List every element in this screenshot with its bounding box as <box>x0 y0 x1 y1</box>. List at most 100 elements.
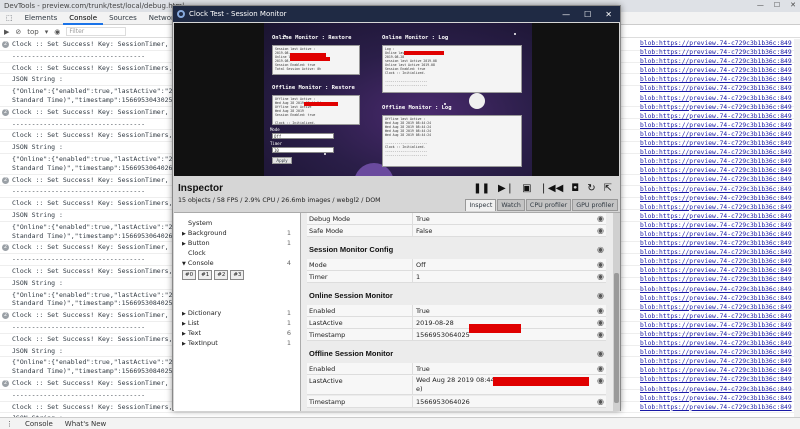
console-index-button[interactable]: #1 <box>198 270 213 280</box>
chevron-down-icon[interactable]: ▾ <box>45 28 49 36</box>
tree-item[interactable]: ▶ TextInput 1 <box>182 339 297 348</box>
rewind-icon[interactable]: ❘◀◀ <box>540 183 564 194</box>
tree-item[interactable]: ▶ List 1 <box>182 319 297 328</box>
eye-icon[interactable]: ◉ <box>54 28 60 36</box>
eye-icon[interactable]: ◉ <box>597 396 604 408</box>
mode-select[interactable]: Off <box>272 133 334 139</box>
eye-icon[interactable]: ◉ <box>597 317 604 329</box>
tab-gpu-profiler[interactable]: GPU profiler <box>572 199 618 211</box>
source-link[interactable]: blob:https://preview.74-c729c3b1b36c:849 <box>640 375 800 384</box>
eye-icon[interactable]: ◉ <box>597 347 604 361</box>
source-link[interactable]: blob:https://preview.74-c729c3b1b36c:849 <box>640 48 800 57</box>
tab-console[interactable]: Console <box>63 12 104 25</box>
tree-item[interactable]: ▶ Button 1 <box>182 239 297 248</box>
tree-item[interactable]: System <box>182 219 297 228</box>
source-link[interactable]: blob:https://preview.74-c729c3b1b36c:849 <box>640 121 800 130</box>
pause-icon[interactable]: ❚❚ <box>473 183 490 194</box>
source-link[interactable]: blob:https://preview.74-c729c3b1b36c:849 <box>640 339 800 348</box>
property-value[interactable]: 1 <box>412 271 590 283</box>
source-link[interactable]: blob:https://preview.74-c729c3b1b36c:849 <box>640 203 800 212</box>
chevron-down-icon[interactable]: ▼ <box>182 261 186 267</box>
clear-console-icon[interactable]: ⊘ <box>15 28 21 36</box>
timer-input[interactable]: 10 <box>272 147 334 153</box>
drawer-tab-whats-new[interactable]: What's New <box>65 420 106 428</box>
source-link[interactable]: blob:https://preview.74-c729c3b1b36c:849 <box>640 285 800 294</box>
source-link[interactable]: blob:https://preview.74-c729c3b1b36c:849 <box>640 366 800 375</box>
source-link[interactable]: blob:https://preview.74-c729c3b1b36c:849 <box>640 357 800 366</box>
source-link[interactable]: blob:https://preview.74-c729c3b1b36c:849 <box>640 157 800 166</box>
inspect-element-icon[interactable]: ⬚ <box>0 12 19 25</box>
eye-icon[interactable]: ◉ <box>597 259 604 271</box>
tab-cpu-profiler[interactable]: CPU profiler <box>525 199 572 211</box>
chevron-right-icon[interactable]: ▶ <box>182 311 186 317</box>
source-link[interactable]: blob:https://preview.74-c729c3b1b36c:849 <box>640 230 800 239</box>
window-minimize-button[interactable]: — <box>562 10 570 19</box>
source-link[interactable]: blob:https://preview.74-c729c3b1b36c:849 <box>640 175 800 184</box>
tab-elements[interactable]: Elements <box>19 12 64 25</box>
eye-icon[interactable]: ◉ <box>597 375 604 387</box>
source-link[interactable]: blob:https://preview.74-c729c3b1b36c:849 <box>640 139 800 148</box>
drawer-tab-console[interactable]: Console <box>25 420 53 428</box>
tree-item[interactable]: ▶ Background 1 <box>182 229 297 238</box>
source-link[interactable]: blob:https://preview.74-c729c3b1b36c:849 <box>640 66 800 75</box>
source-link[interactable]: blob:https://preview.74-c729c3b1b36c:849 <box>640 194 800 203</box>
eye-icon[interactable]: ◉ <box>597 213 604 225</box>
minimize-icon[interactable]: — <box>757 1 764 9</box>
eye-icon[interactable]: ◉ <box>597 271 604 283</box>
maximize-icon[interactable]: ☐ <box>774 1 780 9</box>
source-link[interactable]: blob:https://preview.74-c729c3b1b36c:849 <box>640 148 800 157</box>
eye-icon[interactable]: ◉ <box>597 305 604 317</box>
source-link[interactable]: blob:https://preview.74-c729c3b1b36c:849 <box>640 403 800 412</box>
source-link[interactable]: blob:https://preview.74-c729c3b1b36c:849 <box>640 257 800 266</box>
refresh-icon[interactable]: ↻ <box>587 183 595 194</box>
source-link[interactable]: blob:https://preview.74-c729c3b1b36c:849 <box>640 312 800 321</box>
drawer-menu-icon[interactable]: ⋮ <box>6 420 13 428</box>
source-link[interactable]: blob:https://preview.74-c729c3b1b36c:849 <box>640 294 800 303</box>
window-maximize-button[interactable]: ☐ <box>584 10 591 19</box>
source-link[interactable]: blob:https://preview.74-c729c3b1b36c:849 <box>640 221 800 230</box>
source-link[interactable]: blob:https://preview.74-c729c3b1b36c:849 <box>640 303 800 312</box>
source-link[interactable]: blob:https://preview.74-c729c3b1b36c:849 <box>640 266 800 275</box>
source-link[interactable]: blob:https://preview.74-c729c3b1b36c:849 <box>640 75 800 84</box>
source-link[interactable]: blob:https://preview.74-c729c3b1b36c:849 <box>640 348 800 357</box>
tree-item[interactable]: ▶ Dictionary 1 <box>182 309 297 318</box>
tab-watch[interactable]: Watch <box>497 199 525 211</box>
source-link[interactable]: blob:https://preview.74-c729c3b1b36c:849 <box>640 239 800 248</box>
eye-icon[interactable]: ◉ <box>597 225 604 237</box>
property-value[interactable]: True <box>412 305 590 317</box>
window-close-button[interactable]: ✕ <box>605 10 612 19</box>
source-link[interactable]: blob:https://preview.74-c729c3b1b36c:849 <box>640 39 800 48</box>
property-value[interactable]: True <box>412 363 590 375</box>
source-link[interactable]: blob:https://preview.74-c729c3b1b36c:849 <box>640 385 800 394</box>
source-link[interactable]: blob:https://preview.74-c729c3b1b36c:849 <box>640 321 800 330</box>
section-header[interactable]: Session Monitor Config ◉ <box>307 243 606 257</box>
source-link[interactable]: blob:https://preview.74-c729c3b1b36c:849 <box>640 84 800 93</box>
source-link[interactable]: blob:https://preview.74-c729c3b1b36c:849 <box>640 330 800 339</box>
step-icon[interactable]: ▶❘ <box>498 183 514 194</box>
tab-inspect[interactable]: Inspect <box>465 199 497 211</box>
source-link[interactable]: blob:https://preview.74-c729c3b1b36c:849 <box>640 212 800 221</box>
game-canvas[interactable]: Online Monitor : Restore Session last Ac… <box>174 23 619 176</box>
tree-item[interactable]: ▶ Text 6 <box>182 329 297 338</box>
chevron-right-icon[interactable]: ▶ <box>182 331 186 337</box>
source-link[interactable]: blob:https://preview.74-c729c3b1b36c:849 <box>640 248 800 257</box>
chevron-right-icon[interactable]: ▶ <box>182 241 186 247</box>
source-link[interactable]: blob:https://preview.74-c729c3b1b36c:849 <box>640 394 800 403</box>
property-scrollbar[interactable] <box>613 213 620 411</box>
section-header[interactable]: Online Session Monitor ◉ <box>307 289 606 303</box>
console-scrollbar[interactable] <box>794 39 800 417</box>
source-link[interactable]: blob:https://preview.74-c729c3b1b36c:849 <box>640 94 800 103</box>
console-index-button[interactable]: #3 <box>230 270 245 280</box>
property-value[interactable]: 1566953064026 <box>412 396 590 408</box>
property-value[interactable]: False <box>412 225 590 237</box>
eye-icon[interactable]: ◉ <box>597 289 604 303</box>
chevron-right-icon[interactable]: ▶ <box>182 231 186 237</box>
property-value[interactable]: Off <box>412 259 590 271</box>
save-icon[interactable]: ▣ <box>522 183 531 194</box>
source-link[interactable]: blob:https://preview.74-c729c3b1b36c:849 <box>640 57 800 66</box>
chevron-right-icon[interactable]: ▶ <box>182 321 186 327</box>
source-link[interactable]: blob:https://preview.74-c729c3b1b36c:849 <box>640 185 800 194</box>
property-value[interactable]: True <box>412 213 590 225</box>
source-link[interactable]: blob:https://preview.74-c729c3b1b36c:849 <box>640 130 800 139</box>
console-index-button[interactable]: #2 <box>214 270 229 280</box>
